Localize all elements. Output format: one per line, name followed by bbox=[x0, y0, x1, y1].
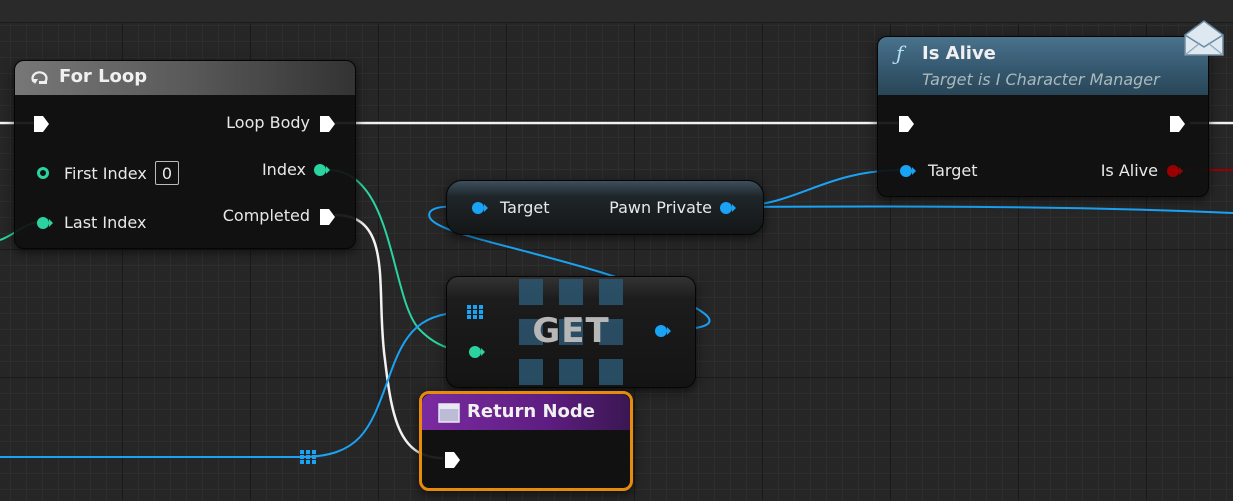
index-input-pin[interactable] bbox=[468, 345, 485, 359]
exec-in-pin[interactable] bbox=[33, 115, 50, 133]
get-output-pin[interactable] bbox=[654, 324, 671, 338]
return-node[interactable]: Return Node bbox=[419, 391, 633, 491]
is-alive-output-pin[interactable] bbox=[1166, 164, 1183, 178]
completed-pin[interactable] bbox=[319, 208, 336, 226]
envelope-icon[interactable] bbox=[1183, 19, 1225, 57]
loop-icon bbox=[31, 71, 48, 84]
node-subtitle: Target is I Character Manager bbox=[922, 70, 1160, 89]
index-pin[interactable] bbox=[313, 163, 330, 177]
function-icon: ƒ bbox=[896, 41, 904, 65]
loop-body-label: Loop Body bbox=[226, 113, 310, 132]
array-input-pin[interactable] bbox=[467, 305, 483, 319]
last-index-label: Last Index bbox=[64, 213, 147, 232]
exec-out-pin[interactable] bbox=[1169, 115, 1186, 133]
first-index-pin[interactable] bbox=[37, 167, 49, 179]
node-title: Is Alive bbox=[922, 43, 996, 64]
index-label: Index bbox=[261, 160, 306, 179]
first-index-label: First Index bbox=[64, 164, 147, 183]
target-label: Target bbox=[928, 161, 978, 180]
is-alive-output-label: Is Alive bbox=[1100, 161, 1158, 180]
exec-in-pin[interactable] bbox=[898, 115, 915, 133]
loop-body-pin[interactable] bbox=[319, 115, 336, 133]
pawn-private-label: Pawn Private bbox=[609, 198, 712, 217]
pawn-target-pin[interactable] bbox=[471, 201, 488, 215]
target-pin[interactable] bbox=[899, 164, 916, 178]
pawn-private-pin[interactable] bbox=[719, 201, 736, 215]
pawn-target-label: Target bbox=[500, 198, 550, 217]
is-alive-node[interactable]: ƒ Is Alive Target is I Character Manager… bbox=[877, 36, 1209, 197]
completed-label: Completed bbox=[222, 206, 310, 225]
last-index-pin[interactable] bbox=[36, 216, 53, 230]
window-icon bbox=[438, 403, 460, 423]
node-title: For Loop bbox=[59, 66, 148, 87]
return-exec-in-pin[interactable] bbox=[444, 451, 461, 469]
first-index-value-field[interactable]: 0 bbox=[155, 161, 179, 185]
node-title: Return Node bbox=[467, 401, 595, 422]
array-reroute-icon[interactable] bbox=[300, 450, 316, 464]
for-loop-node[interactable]: For Loop Loop Body First Index 0 Index C… bbox=[14, 60, 356, 249]
array-get-node[interactable]: GET bbox=[446, 276, 696, 388]
object-wire-pawn-offscreen bbox=[727, 205, 1233, 214]
get-pawn-private-node[interactable]: Target Pawn Private bbox=[446, 180, 764, 235]
